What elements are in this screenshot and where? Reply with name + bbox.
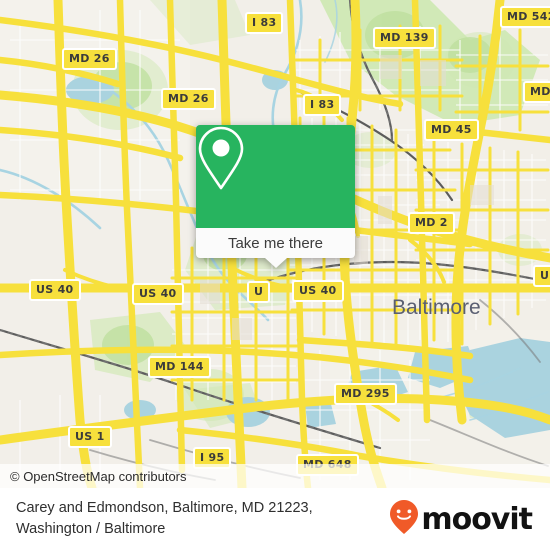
map-screenshot: .rd{stroke:#f7e03c;fill:none;stroke-line… [0, 0, 550, 550]
road-shield: US 40 [29, 279, 81, 301]
road-shield: US 40 [292, 280, 344, 302]
popup-icon-area [196, 125, 355, 228]
address-block: Carey and Edmondson, Baltimore, MD 21223… [16, 498, 313, 540]
road-shield: US 1 [68, 426, 112, 448]
road-shield: MD 542 [500, 6, 550, 28]
footer-bar: Carey and Edmondson, Baltimore, MD 21223… [0, 488, 550, 550]
take-me-there-button[interactable]: Take me there [196, 228, 355, 268]
road-shield: MD 144 [148, 356, 211, 378]
location-popup[interactable]: Take me there [196, 125, 355, 268]
road-shield: I 83 [245, 12, 284, 34]
road-shield: US [533, 265, 550, 287]
popup-tail [264, 258, 287, 268]
road-shield: MD 2 [408, 212, 455, 234]
address-line-2: Washington / Baltimore [16, 521, 166, 537]
road-shield: US 40 [132, 283, 184, 305]
moovit-logo[interactable]: moovit [389, 499, 533, 540]
attribution-text: © OpenStreetMap contributors [10, 468, 187, 484]
road-shield: MD 295 [334, 383, 397, 405]
city-label: Baltimore [392, 296, 481, 319]
road-shield: MD 139 [373, 27, 436, 49]
road-shield: U [247, 281, 271, 303]
road-shield: I 83 [303, 94, 342, 116]
moovit-wordmark: moovit [421, 501, 533, 537]
road-shield: MD 1 [523, 81, 550, 103]
road-shield: MD 26 [161, 88, 216, 110]
map-canvas[interactable]: .rd{stroke:#f7e03c;fill:none;stroke-line… [0, 0, 550, 488]
take-me-there-label: Take me there [227, 234, 324, 252]
address-line-1: Carey and Edmondson, Baltimore, MD 21223… [16, 499, 313, 516]
road-shield: MD 26 [62, 48, 117, 70]
road-shield: MD 45 [424, 119, 479, 141]
moovit-pin-icon [389, 499, 419, 540]
map-attribution[interactable]: © OpenStreetMap contributors [0, 464, 550, 488]
